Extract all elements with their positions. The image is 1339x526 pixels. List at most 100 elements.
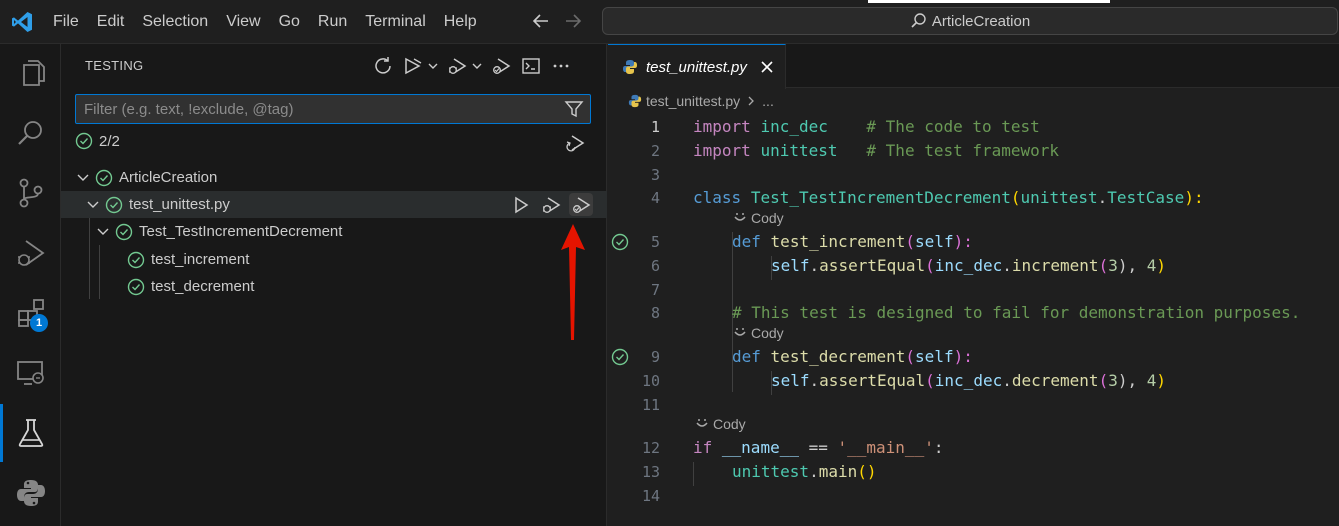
tree-item-class[interactable]: Test_TestIncrementDecrement: [61, 218, 607, 245]
testing-sidebar: TESTING 2/2 ArticleCreati: [61, 44, 607, 526]
chevron-down-icon[interactable]: [427, 60, 439, 72]
python-file-icon: [628, 94, 642, 108]
cody-codelens[interactable]: Cody: [733, 325, 784, 341]
menu-terminal[interactable]: Terminal: [356, 13, 434, 31]
tree-item-test[interactable]: test_decrement: [61, 273, 607, 300]
tree-item-workspace[interactable]: ArticleCreation: [61, 164, 607, 191]
extensions-button[interactable]: 1: [0, 284, 61, 342]
annotation-arrow-icon: [561, 224, 585, 340]
code-line[interactable]: def test_decrement(self):: [732, 347, 973, 366]
refresh-tests-button[interactable]: [371, 54, 395, 78]
tree-item-label: test_unittest.py: [129, 196, 230, 213]
code-line[interactable]: self.assertEqual(inc_dec.decrement(3), 4…: [771, 371, 1166, 390]
remote-explorer-button[interactable]: [0, 344, 61, 402]
more-actions-button[interactable]: [549, 54, 573, 78]
line-number: 2: [650, 142, 660, 160]
title-bar: File Edit Selection View Go Run Terminal…: [0, 0, 1339, 44]
test-filter-input[interactable]: [84, 100, 544, 118]
line-number: 1: [650, 118, 660, 136]
chevron-down-icon[interactable]: [95, 224, 111, 240]
menu-edit[interactable]: Edit: [88, 13, 134, 31]
code-line[interactable]: unittest.main(): [732, 462, 877, 481]
test-filter-field: [75, 94, 591, 124]
code-line[interactable]: def test_increment(self):: [732, 232, 973, 251]
command-center-search[interactable]: ArticleCreation: [602, 7, 1338, 35]
debug-test-button[interactable]: [539, 193, 563, 216]
close-icon[interactable]: [759, 59, 775, 75]
code-line[interactable]: import inc_dec # The code to test: [693, 117, 1040, 136]
cody-codelens[interactable]: Cody: [695, 416, 746, 432]
run-test-with-coverage-button[interactable]: [569, 193, 593, 216]
menu-go[interactable]: Go: [270, 13, 309, 31]
line-number: 13: [641, 463, 660, 481]
source-control-icon: [19, 178, 42, 208]
breadcrumb-more[interactable]: ...: [762, 93, 774, 109]
line-number: 10: [641, 372, 660, 390]
pass-check-icon: [127, 278, 145, 295]
debug-test-icon: [543, 196, 561, 213]
pass-check-icon: [127, 251, 145, 268]
line-number: 5: [650, 233, 660, 251]
beaker-icon: [18, 419, 43, 447]
test-passed-gutter-icon[interactable]: [611, 233, 629, 251]
code-line[interactable]: # This test is designed to fail for demo…: [732, 303, 1300, 322]
show-output-button[interactable]: [519, 54, 543, 78]
cody-codelens[interactable]: Cody: [733, 210, 784, 226]
pass-check-icon: [115, 223, 133, 240]
result-count: 2/2: [99, 132, 120, 150]
code-line[interactable]: class Test_TestIncrementDecrement(unitte…: [693, 188, 1204, 207]
search-view-button[interactable]: [0, 104, 61, 162]
tree-item-label: test_decrement: [151, 278, 255, 295]
chevron-down-icon[interactable]: [75, 170, 91, 186]
debug-all-tests-button[interactable]: [445, 54, 469, 78]
ellipsis-icon: [553, 64, 569, 68]
line-number: 6: [650, 257, 660, 275]
code-line[interactable]: import unittest # The test framework: [693, 141, 1059, 160]
run-test-button[interactable]: [509, 193, 533, 216]
chevron-down-icon[interactable]: [85, 197, 101, 213]
filter-icon[interactable]: [564, 99, 584, 119]
cody-icon: [734, 213, 746, 221]
code-line[interactable]: self.assertEqual(inc_dec.increment(3), 4…: [771, 256, 1166, 275]
python-button[interactable]: [0, 464, 61, 522]
chevron-down-icon[interactable]: [471, 60, 483, 72]
tree-item-file[interactable]: test_unittest.py: [61, 191, 607, 218]
menu-bar: File Edit Selection View Go Run Terminal…: [44, 0, 486, 44]
back-arrow-icon[interactable]: [530, 10, 552, 32]
search-highlight: [868, 0, 1110, 3]
run-debug-icon: [17, 240, 45, 266]
files-icon: [22, 60, 45, 86]
run-all-icon: [405, 57, 422, 75]
code-line[interactable]: if __name__ == '__main__':: [693, 438, 943, 457]
menu-selection[interactable]: Selection: [133, 13, 217, 31]
testing-button[interactable]: [0, 404, 61, 462]
remote-explorer-icon: [16, 361, 44, 385]
rerun-icon[interactable]: [564, 132, 586, 154]
run-with-coverage-button[interactable]: [489, 54, 513, 78]
python-icon: [16, 480, 45, 506]
indent-guide: [693, 462, 694, 486]
menu-view[interactable]: View: [217, 13, 269, 31]
vscode-logo-icon[interactable]: [10, 10, 34, 34]
line-number: 11: [641, 396, 660, 414]
breadcrumb-file[interactable]: test_unittest.py: [646, 93, 740, 109]
python-file-icon: [623, 60, 637, 74]
run-all-tests-button[interactable]: [401, 54, 425, 78]
tab-test-unittest[interactable]: test_unittest.py: [608, 44, 786, 89]
activity-bar: 1: [0, 44, 61, 526]
test-passed-gutter-icon[interactable]: [611, 348, 629, 366]
menu-help[interactable]: Help: [435, 13, 486, 31]
forward-arrow-icon[interactable]: [562, 10, 584, 32]
menu-file[interactable]: File: [44, 13, 88, 31]
tree-item-test[interactable]: test_increment: [61, 246, 607, 273]
run-debug-button[interactable]: [0, 224, 61, 282]
source-control-button[interactable]: [0, 164, 61, 222]
explorer-button[interactable]: [0, 44, 61, 102]
cody-icon: [734, 328, 746, 336]
tree-item-actions: [509, 193, 593, 216]
refresh-icon: [375, 57, 391, 74]
line-number: 9: [650, 348, 660, 366]
line-number: 4: [650, 189, 660, 207]
menu-run[interactable]: Run: [309, 13, 356, 31]
test-result-summary: 2/2: [75, 132, 120, 150]
